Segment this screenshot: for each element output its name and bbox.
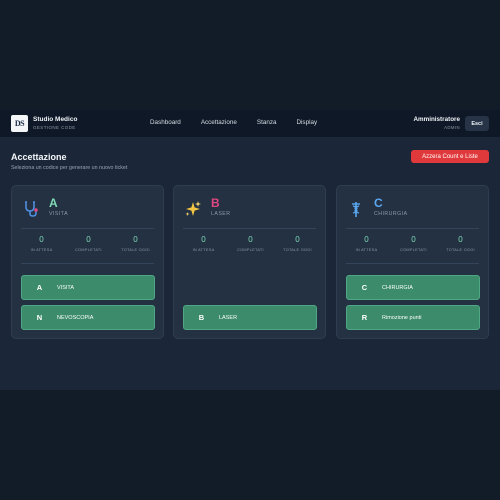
- stat-total-value: 0: [458, 235, 463, 244]
- card-code-letter: A: [49, 196, 58, 210]
- stat-total-label: TOTALE OGGI: [446, 248, 475, 252]
- stat-waiting-label: IN ATTESA: [30, 248, 53, 252]
- card-divider: [21, 263, 154, 264]
- stat-total-value: 0: [133, 235, 138, 244]
- nav-dashboard[interactable]: Dashboard: [150, 119, 181, 126]
- main-nav: Dashboard Accettazione Stanza Display: [150, 119, 337, 126]
- card-divider: [346, 228, 479, 229]
- stat-completed: 0 COMPLETATI: [391, 235, 436, 252]
- stat-completed-label: COMPLETATI: [400, 248, 427, 252]
- user-role: ADMIN: [444, 125, 460, 130]
- ticket-label: NEVOSCOPIA: [57, 314, 94, 321]
- brand-logo[interactable]: DS: [11, 115, 28, 132]
- logout-button[interactable]: Esci: [465, 116, 489, 131]
- stat-total-today: 0 TOTALE OGGI: [438, 235, 483, 252]
- card-service-name: LASER: [211, 211, 231, 217]
- outer-background-top: [0, 0, 500, 110]
- reset-counts-button[interactable]: Azzera Count e Liste: [411, 150, 489, 163]
- ticket-button-nevoscopia[interactable]: N NEVOSCOPIA: [21, 305, 155, 330]
- brand-subtitle: GESTIONE CODE: [33, 125, 76, 130]
- stat-completed: 0 COMPLETATI: [66, 235, 111, 252]
- ticket-label: VISITA: [57, 284, 75, 291]
- stat-waiting-value: 0: [39, 235, 44, 244]
- stat-waiting: 0 IN ATTESA: [344, 235, 389, 252]
- user-name: Amministratore: [413, 116, 460, 123]
- stat-waiting: 0 IN ATTESA: [181, 235, 226, 252]
- stat-total-label: TOTALE OGGI: [121, 248, 150, 252]
- stat-total-today: 0 TOTALE OGGI: [113, 235, 158, 252]
- nav-stanza[interactable]: Stanza: [257, 119, 277, 126]
- stat-completed: 0 COMPLETATI: [228, 235, 273, 252]
- stat-completed-value: 0: [86, 235, 91, 244]
- nav-accettazione[interactable]: Accettazione: [201, 119, 237, 126]
- ticket-code: A: [36, 283, 43, 292]
- outer-background-bottom: [0, 390, 500, 500]
- card-service-name: VISITA: [49, 211, 69, 217]
- stat-waiting-value: 0: [364, 235, 369, 244]
- stat-waiting-label: IN ATTESA: [192, 248, 215, 252]
- stat-completed-label: COMPLETATI: [237, 248, 264, 252]
- ticket-label: CHIRURGIA: [382, 284, 413, 291]
- ticket-code: N: [36, 313, 43, 322]
- card-code-letter: B: [211, 196, 220, 210]
- sparkles-icon: [184, 200, 202, 218]
- stethoscope-icon: [22, 200, 40, 218]
- stat-completed-label: COMPLETATI: [75, 248, 102, 252]
- card-divider: [346, 263, 479, 264]
- stat-waiting: 0 IN ATTESA: [19, 235, 64, 252]
- card-divider: [183, 228, 316, 229]
- ticket-button-visita[interactable]: A VISITA: [21, 275, 155, 300]
- service-card-c: C CHIRURGIA 0 IN ATTESA 0 COMPLETATI 0 T…: [336, 185, 489, 339]
- ticket-button-chirurgia[interactable]: C CHIRURGIA: [346, 275, 480, 300]
- card-service-name: CHIRURGIA: [374, 211, 408, 217]
- stat-waiting-label: IN ATTESA: [355, 248, 378, 252]
- medical-caduceus-icon: [347, 200, 365, 218]
- nav-display[interactable]: Display: [296, 119, 317, 126]
- stat-completed-value: 0: [411, 235, 416, 244]
- ticket-code: C: [361, 283, 368, 292]
- top-navbar: DS Studio Medico GESTIONE CODE Dashboard…: [0, 110, 500, 137]
- stat-completed-value: 0: [248, 235, 253, 244]
- service-card-b: B LASER 0 IN ATTESA 0 COMPLETATI 0 TOTAL…: [173, 185, 326, 339]
- stat-total-label: TOTALE OGGI: [283, 248, 312, 252]
- ticket-label: Rimozione punti: [382, 314, 422, 321]
- card-divider: [21, 228, 154, 229]
- service-card-a: A VISITA 0 IN ATTESA 0 COMPLETATI 0 TOTA…: [11, 185, 164, 339]
- ticket-label: LASER: [219, 314, 238, 321]
- ticket-button-laser[interactable]: B LASER: [183, 305, 317, 330]
- stat-waiting-value: 0: [201, 235, 206, 244]
- stat-total-value: 0: [295, 235, 300, 244]
- page-subtitle: Seleziona un codice per generare un nuov…: [11, 165, 128, 171]
- stat-total-today: 0 TOTALE OGGI: [275, 235, 320, 252]
- app-window: DS Studio Medico GESTIONE CODE Dashboard…: [0, 110, 500, 390]
- card-code-letter: C: [374, 196, 383, 210]
- brand-title: Studio Medico: [33, 116, 78, 123]
- page-title: Accettazione: [11, 152, 67, 162]
- ticket-button-rimozione-punti[interactable]: R Rimozione punti: [346, 305, 480, 330]
- ticket-code: R: [361, 313, 368, 322]
- ticket-code: B: [198, 313, 205, 322]
